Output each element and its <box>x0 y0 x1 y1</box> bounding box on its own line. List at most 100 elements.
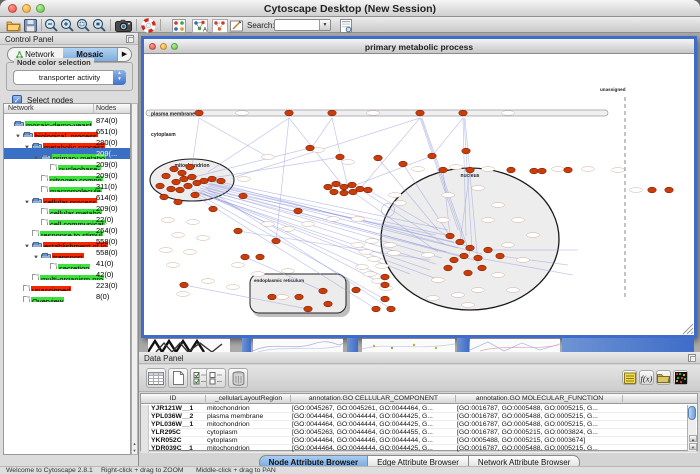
network-node[interactable] <box>459 110 467 116</box>
network-node[interactable] <box>460 253 468 259</box>
canvas-resize-grip[interactable] <box>683 324 693 334</box>
table-row[interactable]: YKR052Ccytoplasm[GO:0044464, GO:0044446,… <box>141 437 697 445</box>
column-divider[interactable] <box>93 104 94 114</box>
network-node[interactable] <box>381 296 389 302</box>
tree-item-unassigned[interactable]: unassigned223(0) <box>4 280 130 291</box>
network-node[interactable] <box>416 110 424 116</box>
network-node[interactable] <box>478 265 486 271</box>
save-button[interactable] <box>24 18 37 33</box>
network-node[interactable] <box>170 166 178 172</box>
network-node[interactable] <box>178 170 186 176</box>
tree-item-establishment-of-lo[interactable]: ▼establishment of lo558(0) <box>4 236 130 247</box>
zoom-selected-button[interactable] <box>76 18 91 33</box>
network-node[interactable] <box>446 233 454 239</box>
network-node[interactable] <box>174 199 182 205</box>
delete-attribute-button[interactable] <box>228 368 248 388</box>
network-node[interactable] <box>665 187 673 193</box>
column-go-molecular-function[interactable]: annotation.GO MOLECULAR_FUNCTION <box>457 395 623 402</box>
float-panel-icon[interactable] <box>688 354 696 362</box>
attribute-matrix-button[interactable] <box>673 370 688 385</box>
zoom-in-button[interactable] <box>60 18 75 33</box>
tree-item-nitrogen-compo[interactable]: nitrogen compo209(0) <box>4 170 130 181</box>
tree-item-biological-process[interactable]: ▼biological_process651(0) <box>4 126 130 137</box>
import-attributes-button[interactable] <box>656 370 671 385</box>
network-node[interactable] <box>304 306 312 312</box>
annotation-button[interactable] <box>230 18 243 33</box>
tree-item-primary-metabo[interactable]: ▼primary metabo209(... <box>4 148 130 159</box>
help-lifesaver-button[interactable] <box>141 18 156 33</box>
new-attribute-button[interactable] <box>168 368 188 388</box>
tabs-overflow-arrow[interactable]: ▶ <box>117 48 131 61</box>
network-node[interactable] <box>332 181 340 187</box>
edit-network-b-button[interactable] <box>212 18 228 33</box>
tree-item-response-to-stimul[interactable]: response to stimul264(0) <box>4 225 130 236</box>
attribute-browser-button[interactable] <box>146 368 166 388</box>
search-input[interactable]: ▼ <box>274 19 331 31</box>
zoom-out-button[interactable] <box>44 18 59 33</box>
network-node[interactable] <box>466 167 474 173</box>
network-node[interactable] <box>234 228 242 234</box>
network-view-window[interactable]: primary metabolic process plasma membran… <box>141 36 697 338</box>
tree-item-cellular-process[interactable]: ▼cellular process614(0) <box>4 192 130 203</box>
network-node[interactable] <box>319 288 327 294</box>
network-node[interactable] <box>184 183 192 189</box>
background-window-sliver[interactable] <box>470 338 560 352</box>
network-node[interactable] <box>348 182 356 188</box>
float-panel-icon[interactable] <box>126 35 134 43</box>
scrollbar-thumb[interactable] <box>688 406 696 420</box>
dropdown-stepper-icon[interactable]: ▲▼ <box>113 70 126 85</box>
network-node[interactable] <box>349 189 357 195</box>
network-node[interactable] <box>162 173 170 179</box>
tree-item-mosaic-demo-yeast[interactable]: mosaic-demo-yeast874(0) <box>4 115 130 126</box>
tree-item-multi-organism-pro[interactable]: multi-organism pro42(0) <box>4 269 130 280</box>
network-canvas[interactable]: plasma membrane cytoplasm mitochondrion … <box>144 55 694 335</box>
network-node[interactable] <box>324 301 332 307</box>
network-node[interactable] <box>295 294 303 300</box>
network-node[interactable] <box>188 174 196 180</box>
network-node[interactable] <box>474 255 482 261</box>
network-node[interactable] <box>186 164 194 170</box>
search-dropdown-arrow[interactable]: ▼ <box>319 20 330 30</box>
network-node[interactable] <box>200 178 208 184</box>
zoom-fit-button[interactable] <box>92 18 107 33</box>
open-file-button[interactable] <box>6 18 21 33</box>
table-row[interactable]: YPL036W__1mitochondrion[GO:0044464, GO:0… <box>141 421 697 429</box>
table-row[interactable]: YLR295Ccytoplasm[GO:0045263, GO:0044464,… <box>141 429 697 437</box>
network-node[interactable] <box>428 153 436 159</box>
network-node[interactable] <box>195 110 203 116</box>
network-node[interactable] <box>330 189 338 195</box>
network-node[interactable] <box>294 208 302 214</box>
background-window-border[interactable] <box>562 338 694 352</box>
network-node[interactable] <box>208 176 216 182</box>
edit-network-a-button[interactable]: A <box>192 18 208 33</box>
background-window-border[interactable] <box>242 338 251 352</box>
network-node[interactable] <box>180 176 188 182</box>
network-node[interactable] <box>306 145 314 151</box>
tree-item-secretion[interactable]: secretion41(0) <box>4 258 130 269</box>
tree-scrollbar[interactable]: ▲▼ <box>131 103 138 455</box>
network-node[interactable] <box>381 274 389 280</box>
network-node[interactable] <box>160 194 168 200</box>
network-node[interactable] <box>328 110 336 116</box>
background-window-sliver[interactable] <box>362 338 455 352</box>
network-node[interactable] <box>466 245 474 251</box>
network-node[interactable] <box>241 254 249 260</box>
background-window-sliver[interactable] <box>253 338 343 352</box>
network-node[interactable] <box>256 254 264 260</box>
tree-item-nucleobase-[interactable]: nucleobase-209(0) <box>4 159 130 170</box>
network-node[interactable] <box>268 294 276 300</box>
tree-item-metabolic-process[interactable]: ▼metabolic process280(0) <box>4 137 130 148</box>
tree-item-transport[interactable]: ▼transport558(0) <box>4 247 130 258</box>
vizmapper-button[interactable] <box>172 18 186 33</box>
tree-item-cell-communicat[interactable]: cell communicat22(0) <box>4 214 130 225</box>
network-node[interactable] <box>285 110 293 116</box>
node-color-dropdown[interactable]: transporter activity ▲▼ <box>13 70 126 85</box>
snapshot-camera-button[interactable] <box>115 18 132 33</box>
table-row[interactable]: YPL036W__2plasma membrane[GO:0044464, GO… <box>141 413 697 421</box>
attribute-list-button[interactable] <box>622 370 637 385</box>
scroll-up-arrow[interactable]: ▲ <box>689 435 697 442</box>
network-node[interactable] <box>324 184 332 190</box>
network-node[interactable] <box>399 161 407 167</box>
network-node[interactable] <box>444 265 452 271</box>
network-node[interactable] <box>209 206 217 212</box>
